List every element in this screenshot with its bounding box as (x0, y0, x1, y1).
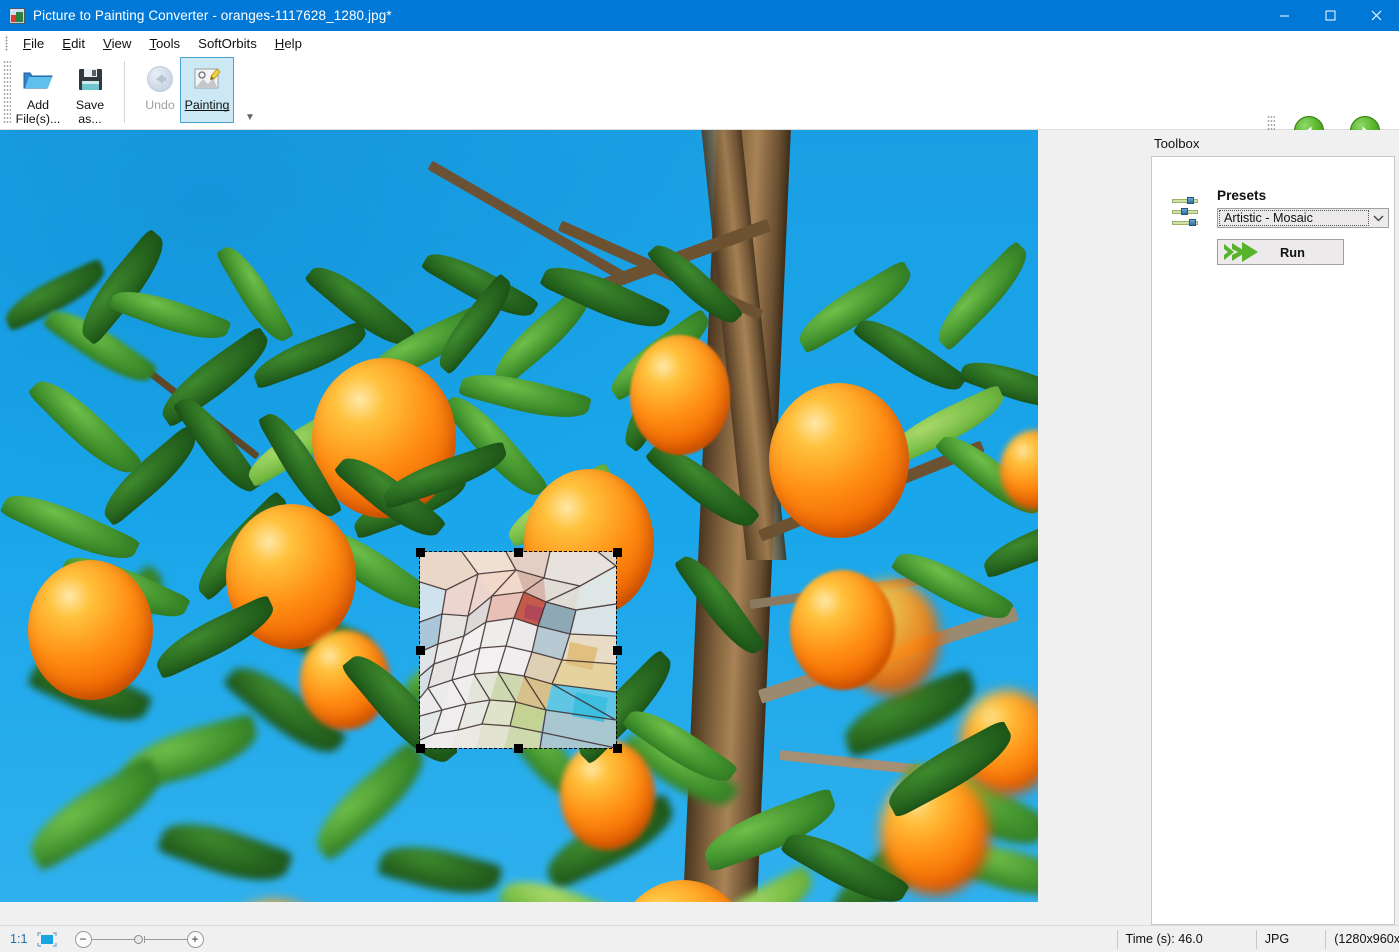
fit-to-window-icon[interactable] (36, 931, 57, 947)
window-title: Picture to Painting Converter - oranges-… (33, 8, 392, 23)
presets-label: Presets (1217, 188, 1267, 203)
undo-label: Undo (145, 98, 175, 112)
zoom-ratio-label[interactable]: 1:1 (10, 932, 28, 946)
photo-oranges-on-tree[interactable] (0, 130, 1038, 902)
zoom-track-left (91, 938, 134, 940)
title-bar: Picture to Painting Converter - oranges-… (0, 0, 1399, 31)
application-window: Picture to Painting Converter - oranges-… (0, 0, 1399, 952)
menu-item-edit[interactable]: Edit (53, 34, 94, 53)
foliage-front (0, 130, 1038, 902)
mosaic-preview (420, 552, 616, 748)
presets-dropdown[interactable]: Artistic - Mosaic (1217, 208, 1389, 228)
add-files-button[interactable]: Add File(s)... (12, 57, 64, 127)
toolbar-separator-1 (124, 61, 125, 123)
menu-item-tools[interactable]: Tools (140, 34, 189, 53)
toolbar-effects-group: Painting (180, 57, 234, 123)
painting-button[interactable]: Painting (180, 57, 234, 123)
sliders-icon (1172, 197, 1198, 227)
menu-item-softorbits[interactable]: SoftOrbits (189, 34, 266, 53)
floppy-disk-icon (74, 63, 106, 95)
toolbar-grip-handle[interactable] (3, 60, 11, 124)
app-picture-icon (9, 7, 25, 24)
folder-open-icon (22, 63, 54, 95)
save-as-button[interactable]: Save as... (64, 57, 116, 127)
status-separator-3 (1255, 929, 1257, 949)
image-canvas-area[interactable] (0, 130, 1147, 925)
status-dimensions-cell: (1280x960x24) (1317, 926, 1399, 952)
add-files-label: Add File(s)... (15, 98, 61, 126)
status-time-cell: Time (s): 46.0 (1109, 926, 1203, 952)
green-double-arrow-icon (1222, 241, 1260, 263)
run-label: Run (1280, 244, 1305, 260)
toolbar-overflow-icon[interactable]: ▼ (243, 110, 257, 124)
dimensions-label: (1280x960x24) (1334, 932, 1399, 946)
run-button[interactable]: Run (1217, 239, 1344, 265)
toolbox-body: Presets Artistic - Mosaic Run (1151, 156, 1395, 925)
selection-handle-s[interactable] (514, 744, 523, 753)
zoom-slider-knob[interactable] (133, 934, 143, 944)
status-format-cell: JPG (1248, 926, 1290, 952)
status-separator-4 (1325, 929, 1327, 949)
menu-item-file[interactable]: FFileile (14, 34, 53, 53)
main-toolbar: Add File(s)... Save as... Undo Painting … (0, 55, 1399, 177)
status-separator-2 (1116, 929, 1118, 949)
menu-item-view[interactable]: View (94, 34, 140, 53)
close-button[interactable] (1353, 0, 1399, 31)
menu-bar: FFileile Edit View Tools SoftOrbits Help (0, 31, 1399, 55)
selection-handle-w[interactable] (416, 646, 425, 655)
toolbar-file-group: Add File(s)... Save as... (12, 57, 116, 127)
picture-pencil-icon (191, 63, 223, 95)
maximize-button[interactable] (1307, 0, 1353, 31)
minimize-button[interactable] (1261, 0, 1307, 31)
selection-handle-nw[interactable] (416, 548, 425, 557)
zoom-slider[interactable]: − + (74, 930, 204, 948)
format-label: JPG (1264, 932, 1290, 946)
zoom-out-button[interactable]: − (74, 930, 92, 948)
window-controls (1261, 0, 1399, 31)
painting-label: Painting (184, 98, 230, 112)
undo-button[interactable]: Undo (134, 57, 186, 113)
selection-handle-se[interactable] (613, 744, 622, 753)
chevron-down-icon[interactable] (1369, 209, 1388, 227)
zoom-in-button[interactable]: + (186, 930, 204, 948)
menu-grip-handle[interactable] (3, 35, 12, 51)
selection-handle-n[interactable] (514, 548, 523, 557)
menu-item-help[interactable]: Help (266, 34, 311, 53)
presets-selected-value: Artistic - Mosaic (1219, 210, 1369, 226)
selection-marquee[interactable] (419, 551, 617, 749)
toolbox-panel: Toolbox Presets Artistic - Mosaic Run (1147, 130, 1399, 925)
toolbox-header: Toolbox (1147, 130, 1399, 156)
selection-handle-sw[interactable] (416, 744, 425, 753)
save-as-label: Save as... (75, 98, 105, 126)
zoom-track-right (144, 938, 187, 940)
time-label: Time (s): 46.0 (1125, 932, 1203, 946)
selection-handle-e[interactable] (613, 646, 622, 655)
selection-handle-ne[interactable] (613, 548, 622, 557)
undo-arrow-icon (144, 63, 176, 95)
status-bar: 1:1 − + Time (s): 46.0 JPG (1280x960x (0, 925, 1399, 952)
